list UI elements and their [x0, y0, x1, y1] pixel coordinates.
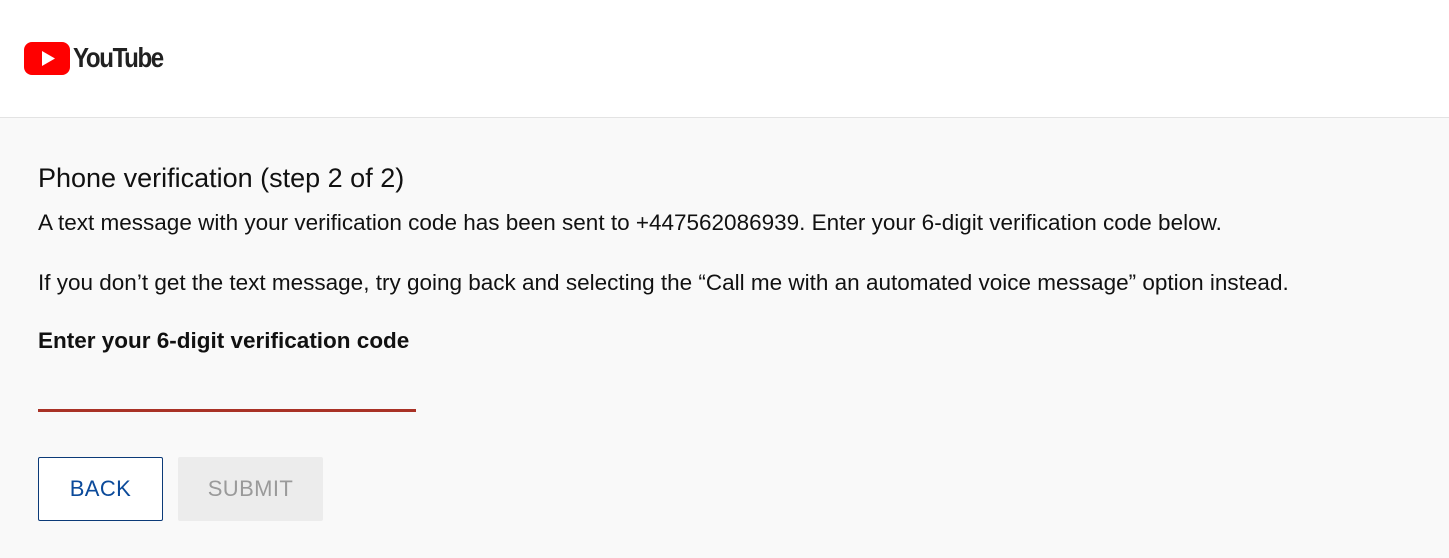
youtube-play-icon — [24, 41, 70, 75]
verification-code-input[interactable] — [38, 374, 416, 412]
sent-message: A text message with your verification co… — [38, 210, 1222, 235]
fallback-message: If you don’t get the text message, try g… — [38, 270, 1289, 295]
page-title: Phone verification (step 2 of 2) — [38, 163, 405, 193]
youtube-logo[interactable]: YouTube — [24, 40, 177, 76]
code-field-label: Enter your 6-digit verification code — [38, 328, 410, 353]
page-header: YouTube — [0, 0, 1449, 118]
logo-text: YouTube — [73, 42, 164, 73]
back-button[interactable]: BACK — [38, 457, 163, 521]
verification-panel: Phone verification (step 2 of 2) A text … — [38, 160, 1428, 521]
submit-button[interactable]: SUBMIT — [178, 457, 323, 521]
